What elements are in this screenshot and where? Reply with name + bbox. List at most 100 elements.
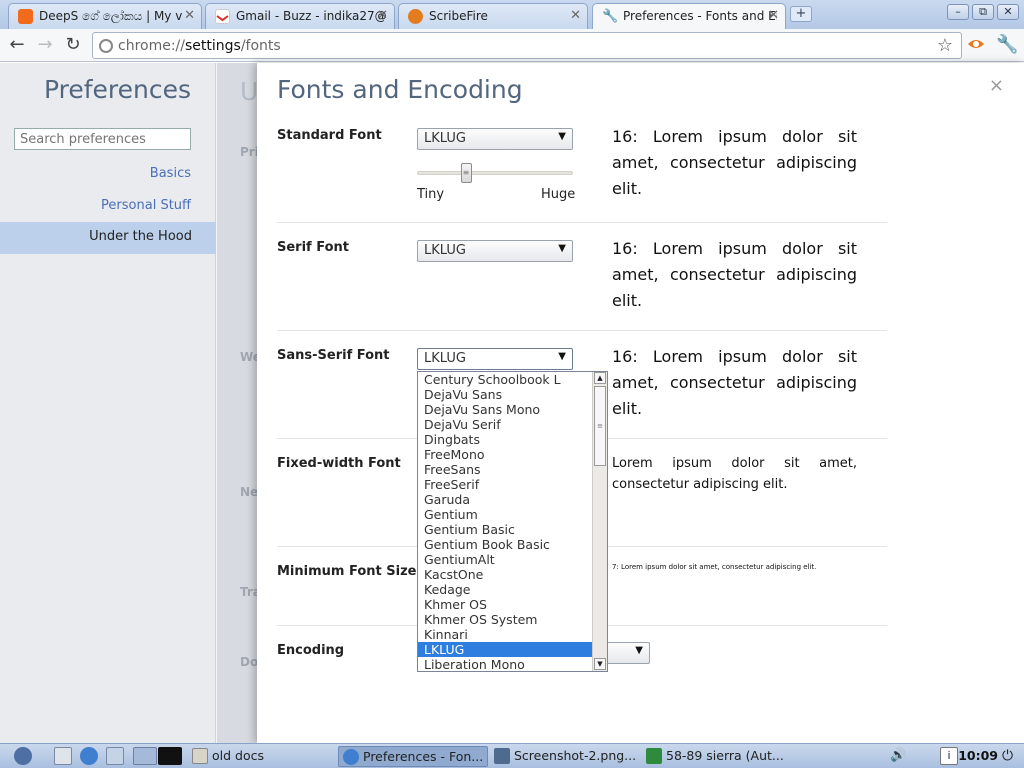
tab-scribefire[interactable]: ScribeFire ✕ xyxy=(398,3,588,29)
serif-font-select[interactable]: LKLUG ▼ xyxy=(417,240,573,262)
dropdown-option[interactable]: FreeSans xyxy=(418,462,592,477)
task-spreadsheet[interactable]: 58-89 sierra (Aut... xyxy=(642,746,792,767)
dropdown-option[interactable]: FreeMono xyxy=(418,447,592,462)
sidebar-item-under-the-hood[interactable]: Under the Hood xyxy=(0,222,216,254)
workspace-1-icon[interactable] xyxy=(133,747,157,765)
sans-serif-font-select[interactable]: LKLUG ▼ xyxy=(417,348,573,370)
menu-icon[interactable] xyxy=(14,747,32,765)
sidebar: Preferences Basics Personal Stuff Under … xyxy=(0,63,216,743)
task-preferences[interactable]: Preferences - Fon... xyxy=(338,746,488,767)
dropdown-option[interactable]: Kedage xyxy=(418,582,592,597)
minimum-font-sample: 7: Lorem ipsum dolor sit amet, consectet… xyxy=(612,563,817,571)
dropdown-option[interactable]: Gentium Basic xyxy=(418,522,592,537)
dropdown-option[interactable]: Kinnari xyxy=(418,627,592,642)
dropdown-option[interactable]: DejaVu Sans Mono xyxy=(418,402,592,417)
serif-font-label: Serif Font xyxy=(277,240,349,255)
taskbar: old docs Preferences - Fon... Screenshot… xyxy=(0,743,1024,768)
chrome-icon[interactable] xyxy=(80,747,98,765)
dropdown-option[interactable]: Garuda xyxy=(418,492,592,507)
workspace-2-icon[interactable] xyxy=(158,747,182,765)
task-label: old docs xyxy=(212,748,264,763)
fixed-width-font-sample: Lorem ipsum dolor sit amet, consectetur … xyxy=(612,456,857,492)
search-input[interactable] xyxy=(14,128,191,150)
dialog-title: Fonts and Encoding xyxy=(277,75,523,104)
task-screenshot[interactable]: Screenshot-2.png... xyxy=(490,746,640,767)
sidebar-item-personal-stuff[interactable]: Personal Stuff xyxy=(101,198,191,213)
chrome-icon xyxy=(343,749,359,765)
files-icon[interactable] xyxy=(54,747,72,765)
dropdown-option[interactable]: Gentium Book Basic xyxy=(418,537,592,552)
scribefire-icon xyxy=(408,9,423,24)
close-tab-icon[interactable]: ✕ xyxy=(377,4,388,28)
wrench-icon: 🔧 xyxy=(602,9,619,24)
info-icon[interactable]: i xyxy=(940,747,958,765)
chevron-down-icon: ▼ xyxy=(558,351,566,362)
standard-font-sample: 16: Lorem ipsum dolor sit amet, consecte… xyxy=(612,127,857,198)
task-label: Screenshot-2.png... xyxy=(514,748,637,763)
dropdown-option[interactable]: KacstOne xyxy=(418,567,592,582)
reload-button[interactable]: ↻ xyxy=(62,34,84,56)
volume-icon[interactable]: 🔊 xyxy=(890,747,920,765)
tab-blogger[interactable]: DeepS ගේ ලෝකය | My v ✕ xyxy=(8,3,202,29)
scroll-up-icon[interactable]: ▲ xyxy=(594,372,606,384)
dropdown-option[interactable]: GentiumAlt xyxy=(418,552,592,567)
dropdown-option[interactable]: Khmer OS System xyxy=(418,612,592,627)
slider-min-label: Tiny xyxy=(417,187,445,202)
divider xyxy=(277,222,887,223)
power-icon[interactable]: ⏻ xyxy=(1002,747,1020,765)
dropdown-option[interactable]: Dingbats xyxy=(418,432,592,447)
standard-font-select[interactable]: LKLUG ▼ xyxy=(417,128,573,150)
new-tab-button[interactable]: + xyxy=(790,6,812,22)
dropdown-option[interactable]: LKLUG xyxy=(418,642,592,657)
tab-title: ScribeFire xyxy=(429,9,488,23)
back-button[interactable]: ← xyxy=(6,34,28,56)
close-window-button[interactable]: ✕ xyxy=(997,4,1019,20)
scrollbar[interactable]: ▲ ≡ ▼ xyxy=(592,372,607,671)
standard-font-label: Standard Font xyxy=(277,128,382,143)
url-text: chrome://settings/fonts xyxy=(118,38,281,54)
close-tab-icon[interactable]: ✕ xyxy=(184,4,195,28)
font-size-slider[interactable] xyxy=(417,171,573,175)
font-dropdown-list[interactable]: Century Schoolbook L DejaVu Sans DejaVu Sa… xyxy=(417,371,608,672)
address-bar[interactable]: chrome://settings/fonts ☆ xyxy=(92,32,962,59)
windows-icon[interactable] xyxy=(106,747,124,765)
maximize-button[interactable]: ⧉ xyxy=(972,4,994,20)
close-tab-icon[interactable]: ✕ xyxy=(768,4,779,28)
globe-icon xyxy=(99,39,113,53)
scroll-down-icon[interactable]: ▼ xyxy=(594,658,606,670)
dropdown-option[interactable]: FreeSerif xyxy=(418,477,592,492)
scrollbar-thumb[interactable]: ≡ xyxy=(594,386,606,466)
chevron-down-icon: ▼ xyxy=(558,243,566,254)
scribefire-extension-icon[interactable] xyxy=(966,36,986,54)
sans-serif-font-label: Sans-Serif Font xyxy=(277,348,390,363)
sidebar-item-basics[interactable]: Basics xyxy=(150,166,191,181)
dropdown-option[interactable]: Gentium xyxy=(418,507,592,522)
dropdown-option[interactable]: DejaVu Sans xyxy=(418,387,592,402)
task-old-docs[interactable]: old docs xyxy=(188,746,336,767)
sans-serif-font-sample: 16: Lorem ipsum dolor sit amet, consecte… xyxy=(612,347,857,418)
divider xyxy=(277,330,887,331)
dropdown-option[interactable]: DejaVu Serif xyxy=(418,417,592,432)
tab-gmail[interactable]: Gmail - Buzz - indika27@gr ✕ xyxy=(205,3,395,29)
tab-title: Preferences - Fonts and Er xyxy=(623,9,777,23)
close-icon[interactable]: × xyxy=(989,75,1004,96)
minimum-font-size-label: Minimum Font Size xyxy=(277,564,417,579)
forward-button[interactable]: → xyxy=(34,34,56,56)
folder-icon xyxy=(192,748,208,764)
fonts-encoding-dialog: Fonts and Encoding × Standard Font LKLUG… xyxy=(257,63,1024,743)
slider-max-label: Huge xyxy=(541,187,576,202)
close-tab-icon[interactable]: ✕ xyxy=(570,4,581,28)
dropdown-option[interactable]: Century Schoolbook L xyxy=(418,372,592,387)
dropdown-option[interactable]: Khmer OS xyxy=(418,597,592,612)
clock: 10:09 xyxy=(958,748,998,763)
minimize-button[interactable]: – xyxy=(947,4,969,20)
tab-strip: DeepS ගේ ලෝකය | My v ✕ Gmail - Buzz - in… xyxy=(0,0,1024,30)
dropdown-option[interactable]: Liberation Mono xyxy=(418,657,592,671)
slider-handle[interactable]: ≡ xyxy=(460,163,472,183)
sidebar-item-label: Under the Hood xyxy=(89,229,192,244)
select-value: LKLUG xyxy=(424,131,466,146)
tab-preferences[interactable]: 🔧 Preferences - Fonts and Er ✕ xyxy=(592,3,786,30)
wrench-menu-icon[interactable]: 🔧 xyxy=(996,34,1018,55)
bookmark-star-icon[interactable]: ☆ xyxy=(937,35,953,56)
gmail-icon xyxy=(215,9,230,24)
